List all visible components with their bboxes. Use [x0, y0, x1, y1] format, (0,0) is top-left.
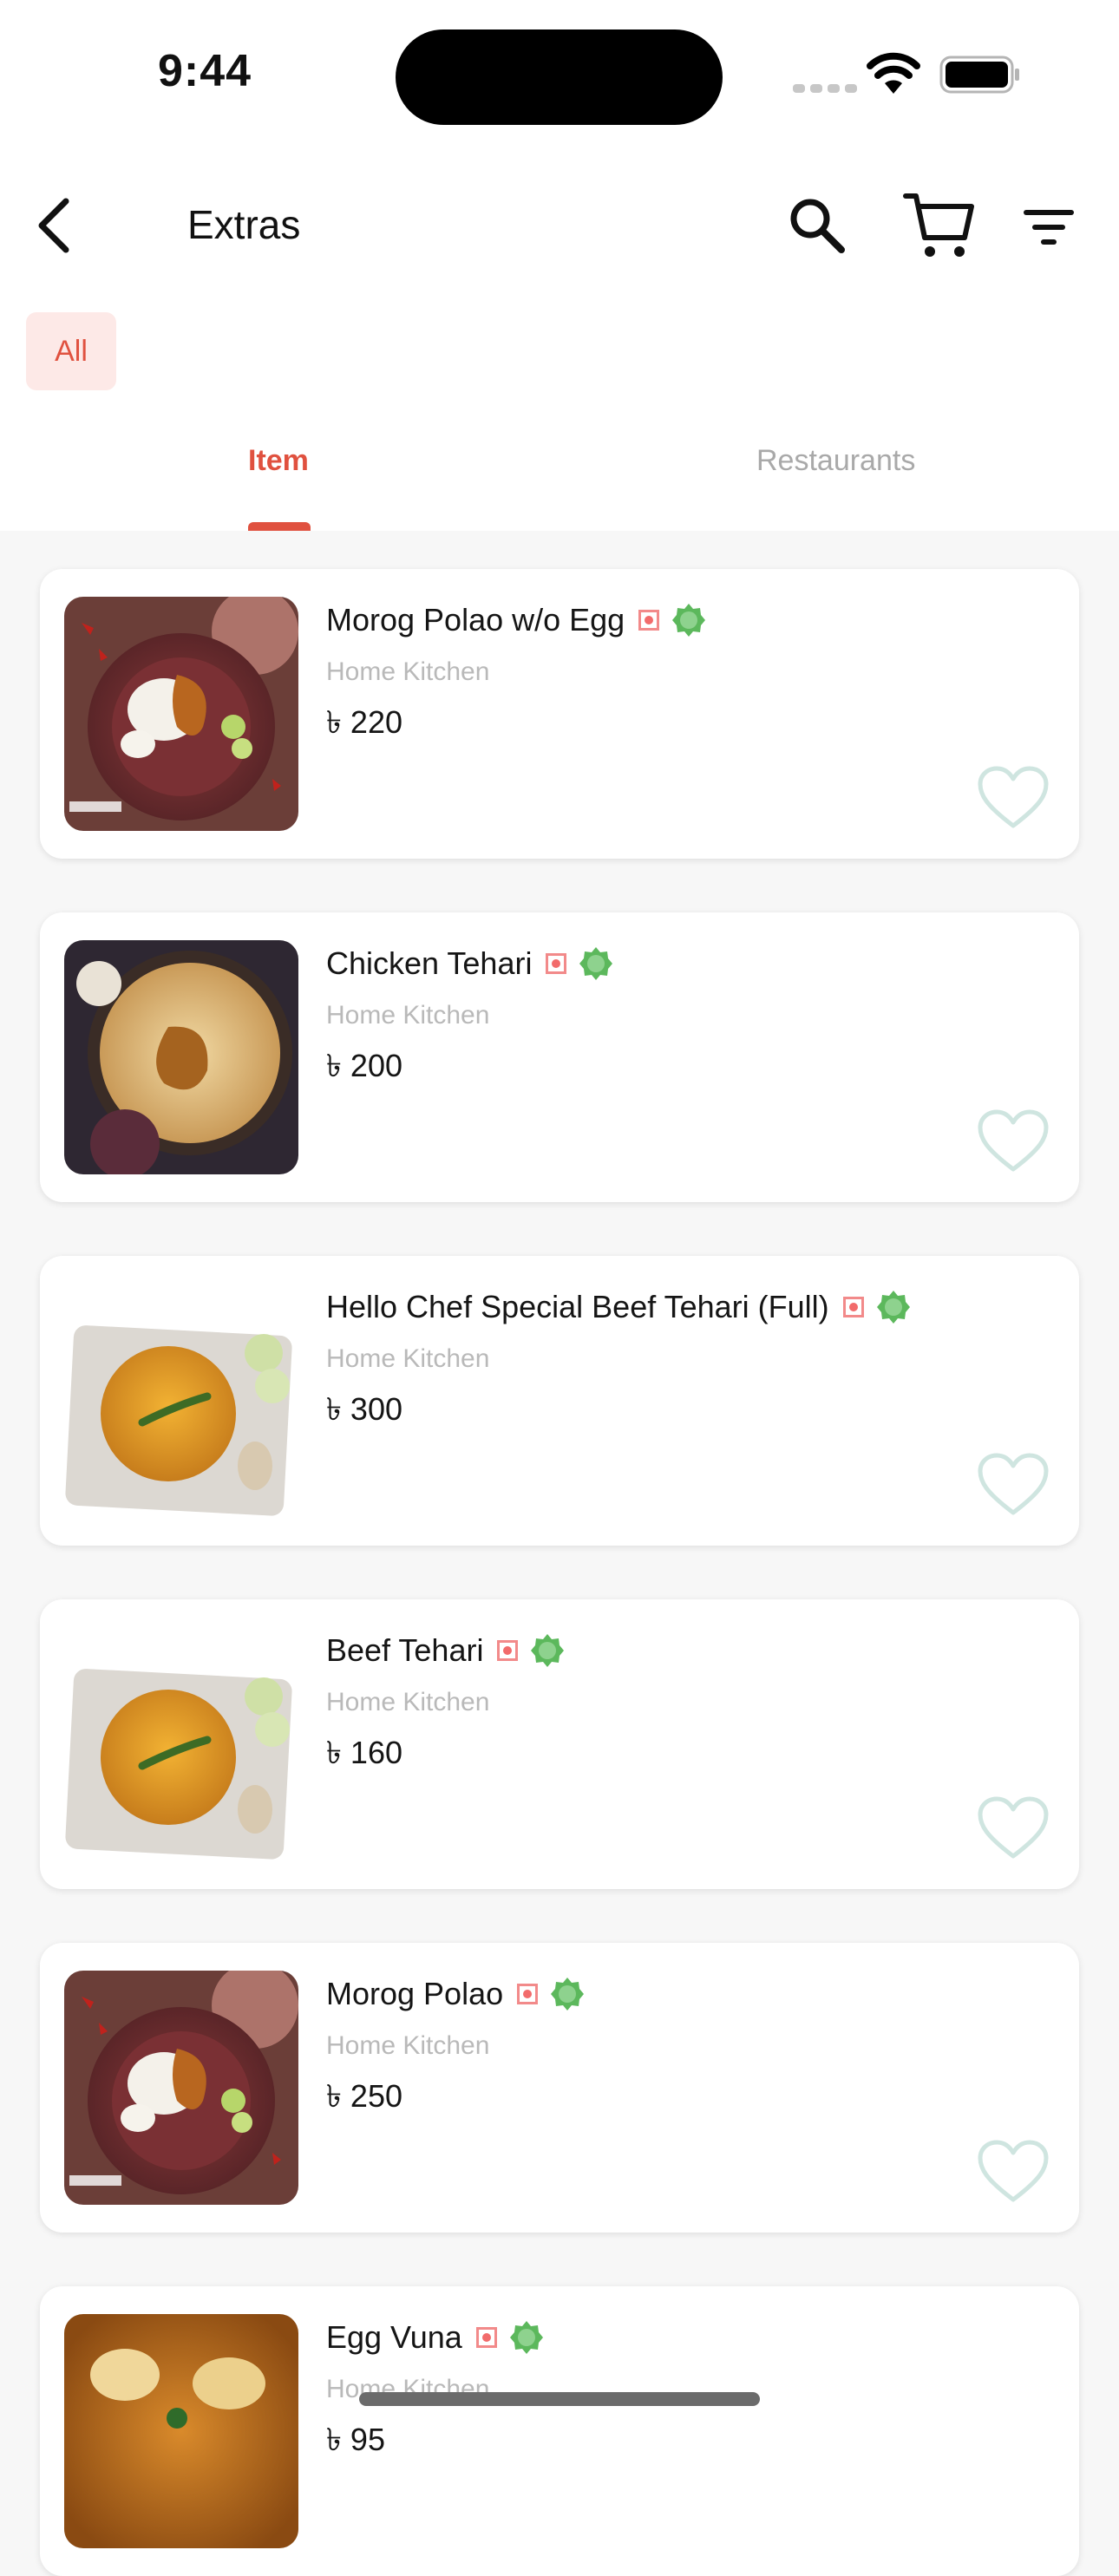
item-card[interactable]: Beef Tehari Home Kitchen ৳ 160 — [40, 1599, 1079, 1889]
kitchen-name: Home Kitchen — [326, 1001, 490, 1030]
item-name-row: Morog Polao — [326, 1972, 585, 2016]
header-area: 9:44 Extras All Item Restaurants — [0, 0, 1119, 531]
item-price: ৳ 200 — [326, 1048, 402, 1083]
tab-item[interactable]: Item — [248, 444, 309, 478]
halal-badge-icon — [876, 1291, 910, 1324]
filter-icon[interactable] — [1020, 201, 1077, 253]
filter-chip-all[interactable]: All — [26, 312, 116, 390]
home-indicator[interactable] — [359, 2392, 760, 2406]
non-veg-mark-icon — [475, 2327, 497, 2348]
non-veg-mark-icon — [546, 953, 567, 974]
halal-badge-icon — [551, 1978, 585, 2010]
item-card[interactable]: Chicken Tehari Home Kitchen ৳ 200 — [40, 912, 1079, 1202]
cart-icon[interactable] — [902, 189, 975, 262]
halal-badge-icon — [672, 604, 706, 637]
item-price: ৳ 220 — [326, 704, 402, 740]
halal-badge-icon — [579, 947, 613, 980]
item-card[interactable]: Hello Chef Special Beef Tehari (Full) Ho… — [40, 1256, 1079, 1546]
item-name: Beef Tehari — [326, 1632, 484, 1668]
non-veg-mark-icon — [638, 610, 660, 631]
item-price: ৳ 300 — [326, 1391, 402, 1427]
item-card[interactable]: Egg Vuna Home Kitchen ৳ 95 — [40, 2286, 1079, 2576]
dynamic-island — [396, 29, 723, 125]
favorite-heart-icon[interactable] — [977, 1108, 1050, 1174]
item-name-row: Beef Tehari — [326, 1629, 565, 1672]
cellular-signal-icon — [793, 82, 862, 97]
halal-badge-icon — [531, 1634, 565, 1667]
item-name-row: Hello Chef Special Beef Tehari (Full) — [326, 1285, 911, 1329]
item-price: ৳ 250 — [326, 2078, 402, 2114]
food-image[interactable] — [64, 2314, 298, 2548]
non-veg-mark-icon — [842, 1297, 864, 1317]
item-name: Egg Vuna — [326, 2319, 462, 2355]
item-price: ৳ 160 — [326, 1735, 402, 1770]
favorite-heart-icon[interactable] — [977, 765, 1050, 831]
battery-icon — [939, 56, 1019, 94]
kitchen-name: Home Kitchen — [326, 657, 490, 686]
item-card[interactable]: Morog Polao Home Kitchen ৳ 250 — [40, 1943, 1079, 2233]
kitchen-name: Home Kitchen — [326, 1688, 490, 1716]
item-name: Morog Polao — [326, 1976, 504, 2011]
item-card[interactable]: Morog Polao w/o Egg Home Kitchen ৳ 220 — [40, 569, 1079, 859]
non-veg-mark-icon — [497, 1640, 519, 1661]
active-tab-indicator — [248, 522, 311, 531]
halal-badge-icon — [509, 2321, 543, 2354]
food-image[interactable] — [64, 1284, 298, 1518]
search-icon[interactable] — [786, 194, 847, 255]
favorite-heart-icon[interactable] — [977, 2139, 1050, 2205]
wifi-icon — [867, 52, 920, 94]
kitchen-name: Home Kitchen — [326, 2031, 490, 2060]
favorite-heart-icon[interactable] — [977, 1452, 1050, 1518]
back-arrow-icon[interactable] — [31, 196, 83, 255]
item-name-row: Egg Vuna — [326, 2316, 544, 2359]
status-time: 9:44 — [158, 46, 252, 96]
item-price: ৳ 95 — [326, 2422, 385, 2457]
item-name: Hello Chef Special Beef Tehari (Full) — [326, 1289, 829, 1324]
item-name: Chicken Tehari — [326, 945, 533, 981]
page-title: Extras — [187, 202, 301, 247]
kitchen-name: Home Kitchen — [326, 1344, 490, 1373]
food-image[interactable] — [64, 1971, 298, 2205]
item-name-row: Chicken Tehari — [326, 942, 613, 985]
item-name-row: Morog Polao w/o Egg — [326, 598, 706, 642]
non-veg-mark-icon — [517, 1984, 539, 2004]
food-image[interactable] — [64, 940, 298, 1174]
food-image[interactable] — [64, 1627, 298, 1861]
item-name: Morog Polao w/o Egg — [326, 602, 625, 637]
favorite-heart-icon[interactable] — [977, 1795, 1050, 1861]
tab-restaurants[interactable]: Restaurants — [756, 444, 915, 478]
food-image[interactable] — [64, 597, 298, 831]
